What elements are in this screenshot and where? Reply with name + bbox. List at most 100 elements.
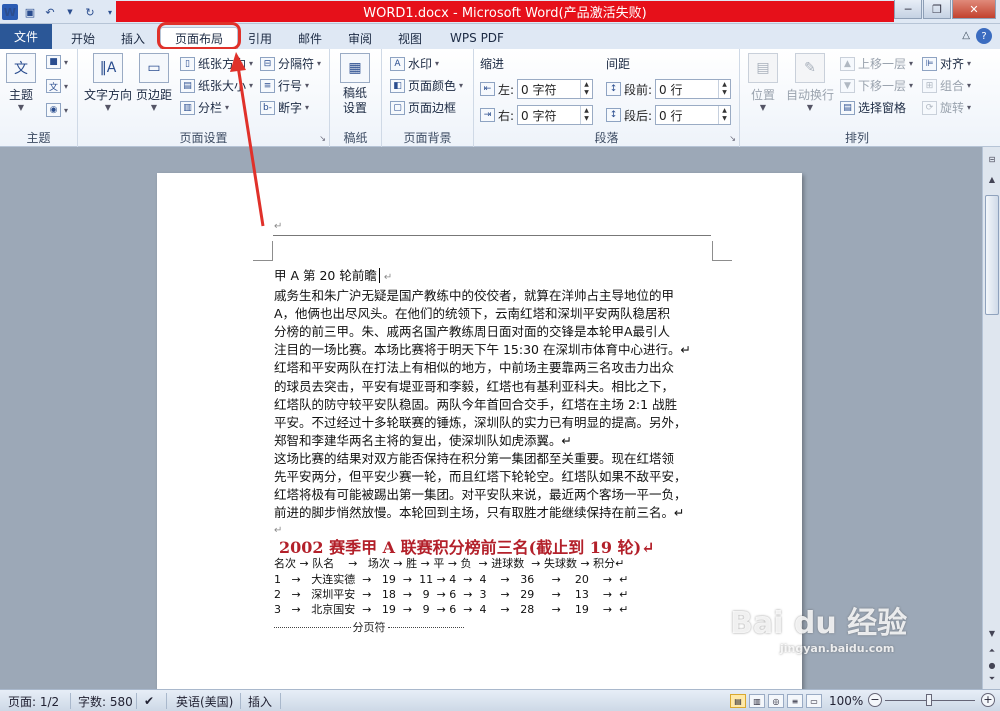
theme-colors-button[interactable]: ■ ▾ [46,55,68,69]
size-button[interactable]: ▤ 纸张大小 ▾ [180,77,253,94]
document-page[interactable]: ↵ 甲 A 第 20 轮前瞻 ↵ 戚务生和朱广沪无疑是国产教练中的佼佼者，就算在… [157,173,802,689]
spacing-after-input[interactable]: 0 行 ▲ ▼ [655,105,732,125]
zoom-slider-thumb[interactable] [926,694,932,706]
dialog-launcher-icon[interactable]: ↘ [319,134,326,143]
margins-button[interactable]: ▭ 页边距 ▼ [136,53,172,112]
spacing-before-input[interactable]: 0 行 ▲ ▼ [655,79,732,99]
minimize-ribbon-icon[interactable]: △ [962,30,970,41]
tab-insert[interactable]: 插入 [110,27,156,49]
window-title: WORD1.docx - Microsoft Word(产品激活失败) [116,1,894,22]
spacing-label: 间距 [606,57,631,71]
theme-fonts-button[interactable]: 文 ▾ [46,79,68,93]
tab-highlight-circle [157,22,241,50]
page-borders-button[interactable]: ▢ 页面边框 [390,99,456,116]
doc-line: 郑智和李建华两名主将的复出，使深圳队如虎添翼。↵ [274,432,572,448]
page-borders-icon: ▢ [390,100,405,115]
align-button[interactable]: ⊫ 对齐 ▾ [922,55,971,72]
dropdown-arrow-icon[interactable]: ▼ [62,4,78,20]
tab-home[interactable]: 开始 [60,27,106,49]
save-icon[interactable]: ▣ [22,4,38,20]
zoom-out-icon[interactable]: − [868,693,882,707]
text-direction-button[interactable]: ‖A 文字方向 ▼ [84,53,132,112]
page-color-button[interactable]: ◧ 页面颜色 ▾ [390,77,463,94]
tab-mailings[interactable]: 邮件 [290,27,330,49]
chevron-down-icon: ▼ [759,103,767,112]
dialog-launcher-icon[interactable]: ↘ [729,134,736,143]
word-count[interactable]: 字数: 580 [78,693,133,709]
full-screen-reading-icon[interactable]: ▥ [749,694,765,708]
bring-forward-button[interactable]: ▲ 上移一层 ▾ [840,55,913,72]
scrollbar-thumb[interactable] [985,195,999,315]
hyphenation-icon: b- [260,100,275,115]
maximize-button[interactable]: ❐ [923,0,951,19]
indent-right-input[interactable]: 0 字符 ▲ ▼ [517,105,594,125]
next-page-icon[interactable]: ⏷ [984,671,1000,687]
spinner-arrows-icon[interactable]: ▲ ▼ [580,106,592,124]
scroll-down-icon[interactable]: ▼ [984,625,1000,641]
ruler-toggle-icon[interactable]: ⊟ [984,151,1000,167]
spacing-after-icon: ↕ [606,108,621,122]
tab-review[interactable]: 审阅 [340,27,380,49]
table-row: 3 → 北京国安 → 19 → 9 → 6 → 4 → 28 → 19 → ↵ [274,603,629,616]
group-label-manuscript: 稿纸 [343,131,368,145]
selection-pane-button[interactable]: ▤ 选择窗格 [840,99,906,116]
wrap-text-icon: ✎ [795,53,825,83]
spinner-arrows-icon[interactable]: ▲ ▼ [718,106,730,124]
outline-icon[interactable]: ≡ [787,694,803,708]
doc-line: 甲 A 第 20 轮前瞻 ↵ [274,268,393,283]
line-numbers-icon: ≡ [260,78,275,93]
doc-line: 分榜的前三甲。朱、戚两名国产教练周日面对面的交锋是本轮甲A最引人 [274,324,671,340]
tab-wps-pdf[interactable]: WPS PDF [440,27,514,49]
undo-icon[interactable]: ↶ [42,4,58,20]
draft-icon[interactable]: ▭ [806,694,822,708]
send-backward-button[interactable]: ▼ 下移一层 ▾ [840,77,913,94]
wrap-text-button[interactable]: ✎ 自动换行 ▼ [786,53,834,112]
vertical-scrollbar[interactable]: ⊟ ▲ ▼ ⏶ ● ⏷ [982,147,1000,689]
zoom-level[interactable]: 100% [829,693,863,709]
page-count[interactable]: 页面: 1/2 [8,693,59,709]
position-button[interactable]: ▤ 位置 ▼ [748,53,778,112]
scroll-up-icon[interactable]: ▲ [984,171,1000,187]
doc-line: 平安。不过经过十多轮联赛的锤炼，深圳队的实力已有明显的提高。另外， [274,414,687,430]
proofing-icon[interactable]: ✔ [144,693,154,709]
spinner-arrows-icon[interactable]: ▲ ▼ [580,80,592,98]
tab-view[interactable]: 视图 [390,27,430,49]
web-layout-icon[interactable]: ◎ [768,694,784,708]
doc-line: 的球员去突击，平安有堤亚哥和李毅，红塔也有基利亚科夫。相比之下， [274,378,675,394]
tab-references[interactable]: 引用 [240,27,280,49]
zoom-in-icon[interactable]: + [981,693,995,707]
line-numbers-button[interactable]: ≡ 行号 ▾ [260,77,309,94]
minimize-button[interactable]: ─ [894,0,922,19]
manuscript-settings-button[interactable]: ▦ 稿纸 设置 [340,53,370,116]
columns-button[interactable]: ▥ 分栏 ▾ [180,99,229,116]
spinner-arrows-icon[interactable]: ▲ ▼ [718,80,730,98]
themes-button[interactable]: 文 主题 ▼ [6,53,36,112]
breaks-button[interactable]: ⊟ 分隔符 ▾ [260,55,321,72]
language[interactable]: 英语(美国) [176,693,233,709]
help-icon[interactable]: ? [976,28,992,44]
word-logo-icon[interactable]: W [2,4,18,20]
indent-label: 缩进 [480,57,505,71]
close-button[interactable]: ✕ [952,0,996,19]
group-button[interactable]: ⊞ 组合 ▾ [922,77,971,94]
tab-file[interactable]: 文件 [0,24,52,49]
group-themes: 文 主题 ▼ ■ ▾ 文 ▾ ◉ ▾ 主题 [0,49,78,147]
theme-effects-button[interactable]: ◉ ▾ [46,103,68,117]
indent-left-input[interactable]: 0 字符 ▲ ▼ [517,79,594,99]
align-icon: ⊫ [922,56,937,71]
watermark-button[interactable]: A 水印 ▾ [390,55,439,72]
redo-icon[interactable]: ↻ [82,4,98,20]
hyphenation-button[interactable]: b- 断字 ▾ [260,99,309,116]
margins-icon: ▭ [139,53,169,83]
orientation-button[interactable]: ▯ 纸张方向 ▾ [180,55,253,72]
document-text[interactable]: 甲 A 第 20 轮前瞻 ↵ 戚务生和朱广沪无疑是国产教练中的佼佼者，就算在洋帅… [274,267,691,540]
doc-line: 这场比赛的结果对双方能否保持在积分第一集团都至关重要。现在红塔领 [274,450,675,466]
print-layout-icon[interactable]: ▤ [730,694,746,708]
doc-line: 注目的一场比赛。本场比赛将于明天下午 15:30 在深圳市体育中心进行。↵ [274,342,691,358]
chevron-down-icon: ▼ [806,103,814,112]
insert-mode[interactable]: 插入 [248,693,272,709]
columns-icon: ▥ [180,100,195,115]
rotate-button[interactable]: ⟳ 旋转 ▾ [922,99,971,116]
doc-line: 前进的脚步悄然放慢。本轮回到主场，只有取胜才能继续保持在前三名。↵ [274,505,685,521]
chevron-down-icon: ▼ [17,103,25,112]
